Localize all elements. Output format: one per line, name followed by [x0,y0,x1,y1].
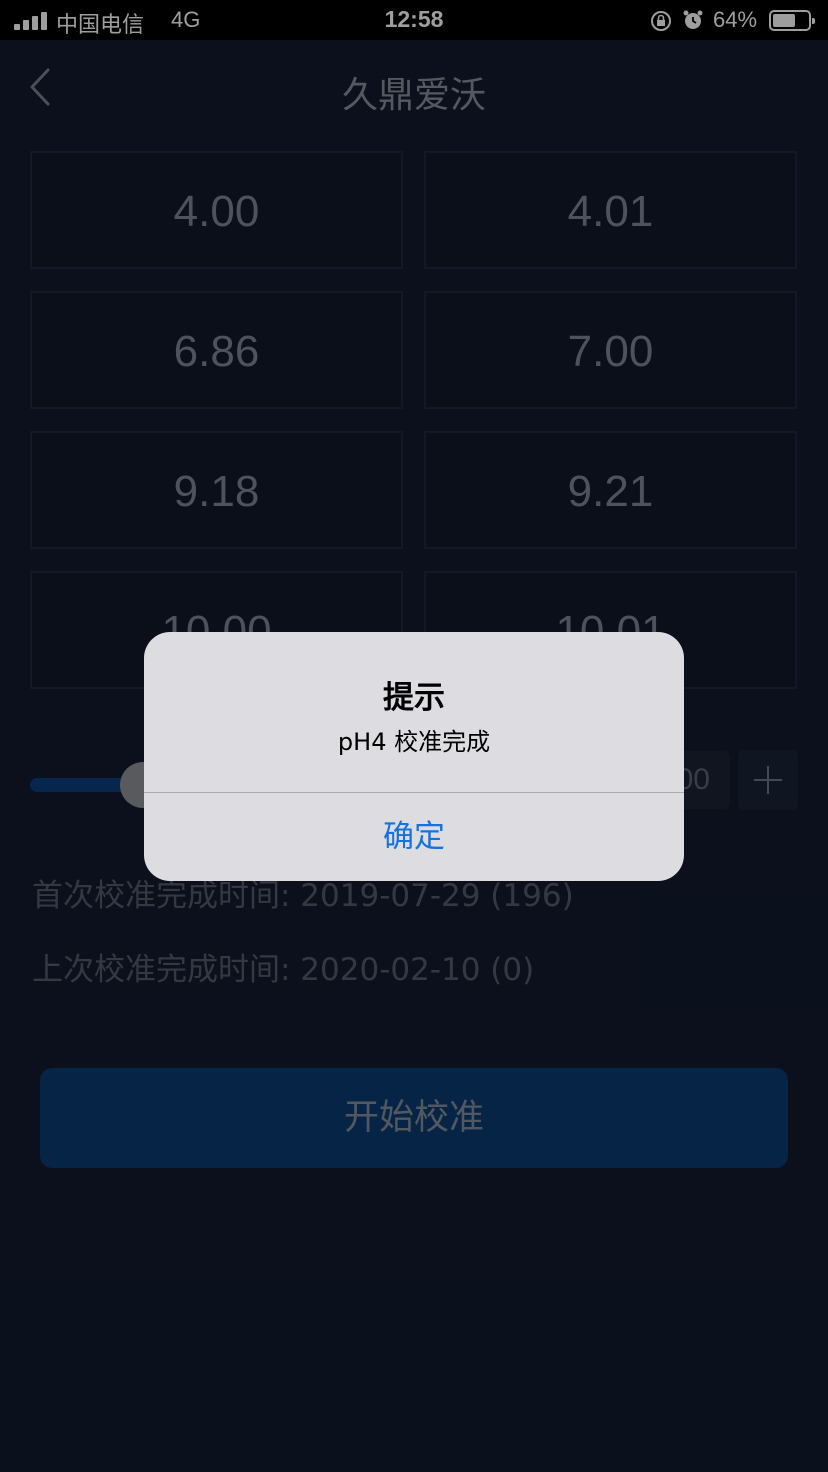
confirm-button[interactable]: 确定 [144,793,684,881]
alert-message: pH4 校准完成 [337,728,491,756]
alert-title: 提示 [383,680,445,716]
alert-dialog: 提示 pH4 校准完成 确定 [144,632,684,881]
calibration-screen: 中国电信 4G 12:58 64% 久鼎爱沃 4.00 4.01 6.86 7.… [0,0,828,1472]
